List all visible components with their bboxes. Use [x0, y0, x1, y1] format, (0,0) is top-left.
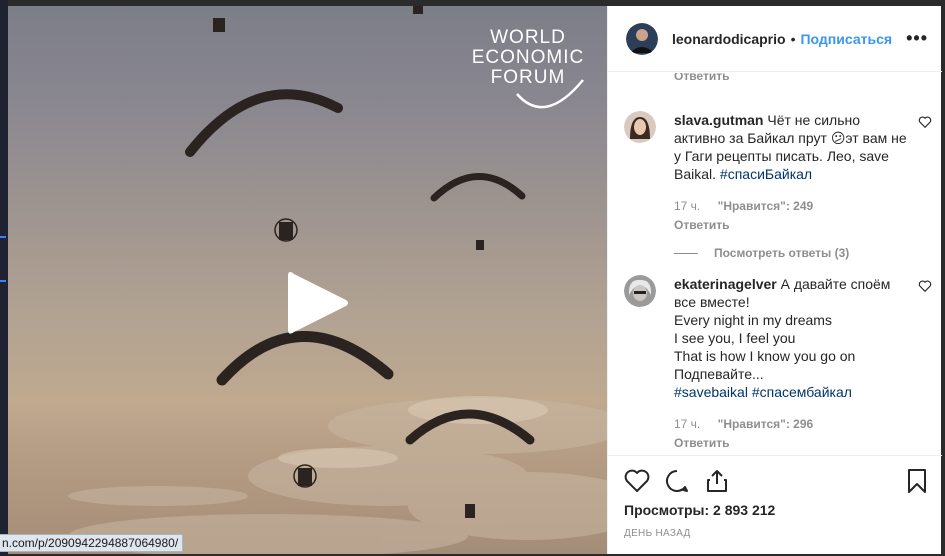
view-count[interactable]: Просмотры: 2 893 212 [624, 502, 775, 518]
wef-line-1: WORLD [490, 27, 566, 48]
comment-username[interactable]: ekaterinagelver [674, 276, 777, 292]
comment-body: ekaterinagelver А давайте споём все вмес… [674, 275, 914, 452]
comment-likes[interactable]: "Нравится": 249 [718, 199, 814, 213]
bookmark-icon[interactable] [904, 468, 930, 494]
comment-meta: 17 ч. "Нравится": 249 Ответить [674, 197, 914, 234]
reply-button[interactable]: Ответить [674, 73, 729, 83]
comment-icon[interactable] [664, 468, 690, 494]
heart-icon[interactable] [624, 468, 650, 494]
comment-meta: 17 ч. "Нравится": 296 Ответить [674, 415, 914, 452]
comment-body: slava.gutman Чёт не сильно активно за Ба… [674, 111, 914, 262]
view-replies-label: Посмотреть ответы (3) [714, 246, 850, 260]
wef-watermark: WORLD ECONOMIC FORUM [463, 27, 593, 109]
play-icon[interactable] [280, 268, 350, 338]
comment-time[interactable]: 17 ч. [674, 417, 700, 431]
reply-button[interactable]: Ответить [674, 434, 900, 452]
status-url-bar: n.com/p/2090942294887064980/ [0, 534, 184, 552]
avatar[interactable] [624, 111, 656, 143]
like-comment-icon[interactable] [918, 115, 932, 129]
comment-likes[interactable]: "Нравится": 296 [718, 417, 814, 431]
comments-list[interactable]: Ответить slava.gutman Чёт не сильно акти… [608, 73, 942, 455]
username[interactable]: leonardodicaprio [672, 31, 786, 47]
reply-button[interactable]: Ответить [674, 216, 900, 234]
post-actions: Просмотры: 2 893 212 ДЕНЬ НАЗАД [608, 455, 942, 554]
like-comment-icon[interactable] [918, 279, 932, 293]
avatar[interactable] [624, 275, 656, 307]
hashtag-link[interactable]: #savebaikal #спасембайкал [674, 384, 852, 400]
more-options-icon[interactable]: ••• [906, 28, 928, 49]
wef-arc-logo [516, 79, 584, 109]
comment-username[interactable]: slava.gutman [674, 112, 763, 128]
post-time[interactable]: ДЕНЬ НАЗАД [624, 528, 691, 539]
comment-text-line: That is how I know you go on [674, 348, 856, 364]
view-replies-button[interactable]: Посмотреть ответы (3) [674, 244, 914, 262]
app-window: WORLD ECONOMIC FORUM leonardodicaprio • … [0, 0, 945, 556]
comment-text-line: Подпевайте... [674, 366, 764, 382]
wef-line-2: ECONOMIC [471, 47, 585, 68]
post-panel: leonardodicaprio • Подписаться ••• Ответ… [607, 6, 942, 554]
avatar[interactable] [626, 22, 658, 55]
edge-marker [0, 280, 6, 282]
replies-divider [674, 252, 698, 254]
post-header: leonardodicaprio • Подписаться ••• [608, 6, 942, 72]
share-icon[interactable] [704, 468, 730, 494]
edge-marker [0, 236, 6, 238]
left-edge [0, 0, 8, 556]
video-player[interactable]: WORLD ECONOMIC FORUM [8, 6, 607, 554]
comment-text-line: I see you, I feel you [674, 330, 796, 346]
comment-time[interactable]: 17 ч. [674, 199, 700, 213]
follow-button[interactable]: Подписаться [800, 31, 892, 47]
hashtag-link[interactable]: #спасиБайкал [720, 166, 812, 182]
comment-text-line: Every night in my dreams [674, 312, 832, 328]
separator-dot: • [790, 30, 796, 47]
